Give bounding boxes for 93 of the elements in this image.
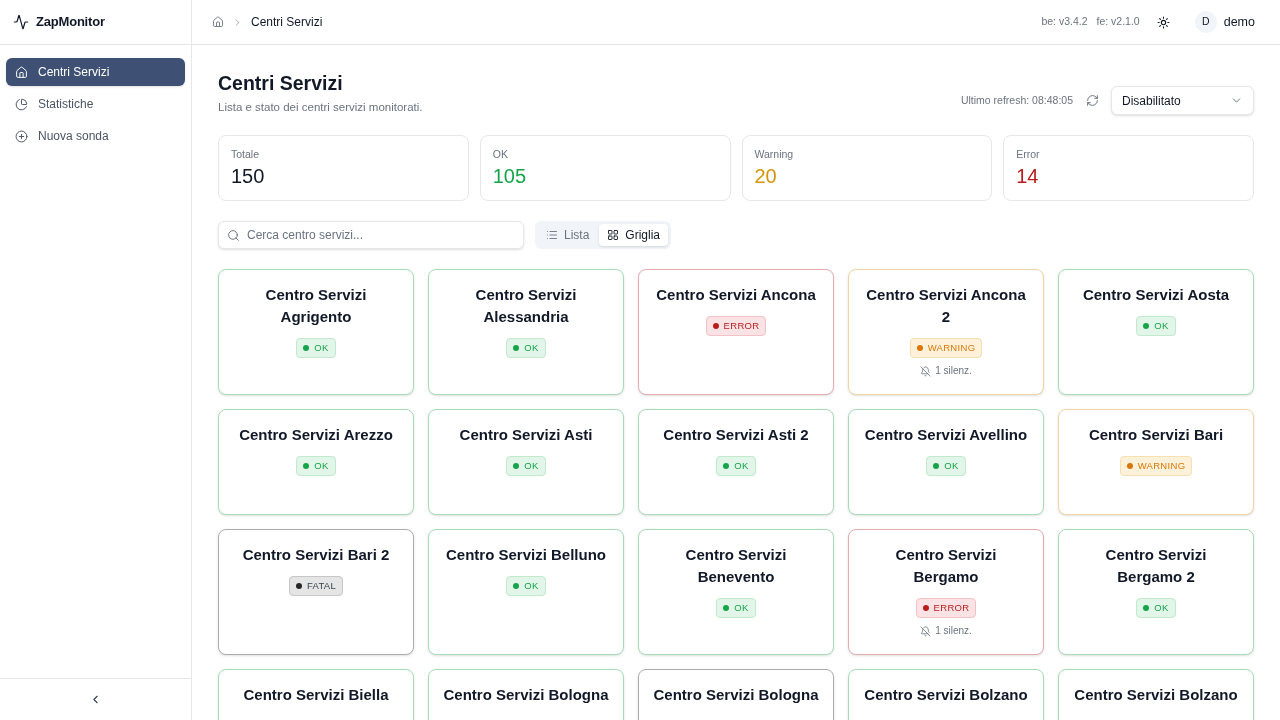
card-title: Centro Servizi Agrigento: [264, 285, 368, 327]
service-center-card[interactable]: Centro Servizi Bergamo ERROR 1 silenz.: [848, 529, 1044, 655]
card-title: Centro Servizi Asti 2: [663, 425, 809, 445]
bell-off-icon: [920, 625, 932, 637]
status-label: WARNING: [927, 340, 976, 355]
home-icon: [15, 65, 28, 79]
grid-icon: [607, 229, 620, 241]
card-title: Centro Servizi Ancona: [656, 285, 816, 305]
card-title: Centro Servizi Bologna: [653, 685, 819, 705]
card-title: Centro Servizi Bari 2: [242, 545, 390, 565]
card-title: Centro Servizi Alessandria: [474, 285, 578, 327]
stat-value: 105: [492, 164, 528, 189]
card-title: Centro Servizi Bologna: [443, 685, 609, 705]
stat-label: Warning: [754, 147, 795, 162]
breadcrumb-current: Centri Servizi: [251, 14, 323, 31]
status-label: OK: [524, 458, 539, 473]
service-center-card[interactable]: Centro Servizi Alessandria OK: [428, 269, 624, 395]
service-center-card[interactable]: Centro Servizi Avellino OK: [848, 409, 1044, 515]
card-title: Centro Servizi Benevento: [684, 545, 788, 587]
home-icon[interactable]: [212, 16, 224, 28]
bell-off-icon: [920, 365, 932, 377]
service-center-card[interactable]: Centro Servizi Arezzo OK: [218, 409, 414, 515]
card-title: Centro Servizi Belluno: [446, 545, 606, 565]
card-title: Centro Servizi Bolzano: [864, 685, 1028, 705]
service-center-card[interactable]: Centro Servizi Bari 2 FATAL: [218, 529, 414, 655]
card-title: Centro Servizi Biella: [243, 685, 389, 705]
stat-label: Totale: [231, 147, 261, 162]
status-label: OK: [734, 458, 749, 473]
service-center-card[interactable]: Centro Servizi Bolzano: [1058, 669, 1254, 720]
card-title: Centro Servizi Asti: [459, 425, 593, 445]
status-label: OK: [1154, 318, 1169, 333]
card-title: Centro Servizi Avellino: [864, 425, 1028, 445]
service-center-card[interactable]: Centro Servizi Ancona ERROR: [638, 269, 834, 395]
status-label: WARNING: [1137, 458, 1186, 473]
status-label: OK: [314, 458, 329, 473]
service-center-card[interactable]: Centro Servizi Bolzano: [848, 669, 1044, 720]
refresh-icon: [1085, 94, 1099, 107]
silenced-count: 1 silenz.: [935, 624, 972, 638]
user-avatar[interactable]: D: [1194, 11, 1217, 33]
version-label: be: v3.4.2: [1041, 14, 1088, 30]
service-center-card[interactable]: Centro Servizi Belluno OK: [428, 529, 624, 655]
status-label: OK: [734, 600, 749, 615]
service-center-card[interactable]: Centro Servizi Asti 2 OK: [638, 409, 834, 515]
app-logo-text: ZapMonitor: [36, 13, 105, 32]
search-field[interactable]: Cerca centro servizi...: [218, 221, 524, 249]
sidebar-nav-item[interactable]: Nuova sonda: [6, 122, 185, 150]
stat-value: 150: [231, 164, 266, 189]
service-center-card[interactable]: Centro Servizi Agrigento OK: [218, 269, 414, 395]
stat-value: 20: [754, 164, 778, 189]
status-label: OK: [944, 458, 959, 473]
pulse-line-icon: [13, 14, 29, 30]
status-label: OK: [1154, 600, 1169, 615]
stat-value: 14: [1016, 164, 1040, 189]
status-label: ERROR: [723, 318, 760, 333]
status-label: FATAL: [306, 578, 337, 593]
status-label: ERROR: [933, 600, 970, 615]
service-center-card[interactable]: Centro Servizi Biella: [218, 669, 414, 720]
page-title: Centri Servizi: [218, 71, 344, 96]
plus-circle-icon: [15, 129, 28, 143]
list-icon: [546, 229, 558, 241]
card-title: Centro Servizi Aosta: [1082, 285, 1230, 305]
pie-chart-icon: [15, 97, 28, 111]
service-center-card[interactable]: Centro Servizi Ancona 2 WARNING 1 silenz.: [848, 269, 1044, 395]
auto-refresh-select[interactable]: Disabilitato: [1111, 86, 1254, 115]
service-center-card[interactable]: Centro Servizi Bergamo 2 OK: [1058, 529, 1254, 655]
sidebar-nav-item[interactable]: Statistiche: [6, 90, 185, 118]
stat-label: Error: [1016, 147, 1041, 162]
view-tab[interactable]: Griglia: [599, 224, 669, 246]
card-title: Centro Servizi Bergamo 2: [1104, 545, 1208, 587]
card-title: Centro Servizi Bergamo: [894, 545, 998, 587]
card-title: Centro Servizi Bari: [1088, 425, 1224, 445]
view-tab[interactable]: Lista: [538, 224, 598, 246]
stat-label: OK: [492, 147, 509, 162]
last-refresh-text: Ultimo refresh: 08:48:05: [960, 92, 1073, 108]
status-label: OK: [314, 340, 329, 355]
card-title: Centro Servizi Ancona 2: [865, 285, 1027, 327]
sun-icon: [1157, 15, 1171, 29]
service-center-card[interactable]: Centro Servizi Asti OK: [428, 409, 624, 515]
service-center-card[interactable]: Centro Servizi Benevento OK: [638, 529, 834, 655]
user-name: demo: [1223, 13, 1255, 31]
version-label: fe: v2.1.0: [1096, 14, 1140, 30]
card-title: Centro Servizi Bolzano: [1074, 685, 1238, 705]
silenced-count: 1 silenz.: [935, 364, 972, 378]
card-title: Centro Servizi Arezzo: [239, 425, 393, 445]
sidebar-nav-item[interactable]: Centri Servizi: [6, 58, 185, 86]
search-icon: [227, 228, 240, 242]
service-center-card[interactable]: Centro Servizi Aosta OK: [1058, 269, 1254, 395]
page-subtitle: Lista e stato dei centri servizi monitorati.: [218, 100, 423, 115]
service-center-card[interactable]: Centro Servizi Bologna: [638, 669, 834, 720]
service-center-card[interactable]: Centro Servizi Bologna: [428, 669, 624, 720]
service-center-card[interactable]: Centro Servizi Bari WARNING: [1058, 409, 1254, 515]
status-label: OK: [524, 578, 539, 593]
status-label: OK: [524, 340, 539, 355]
